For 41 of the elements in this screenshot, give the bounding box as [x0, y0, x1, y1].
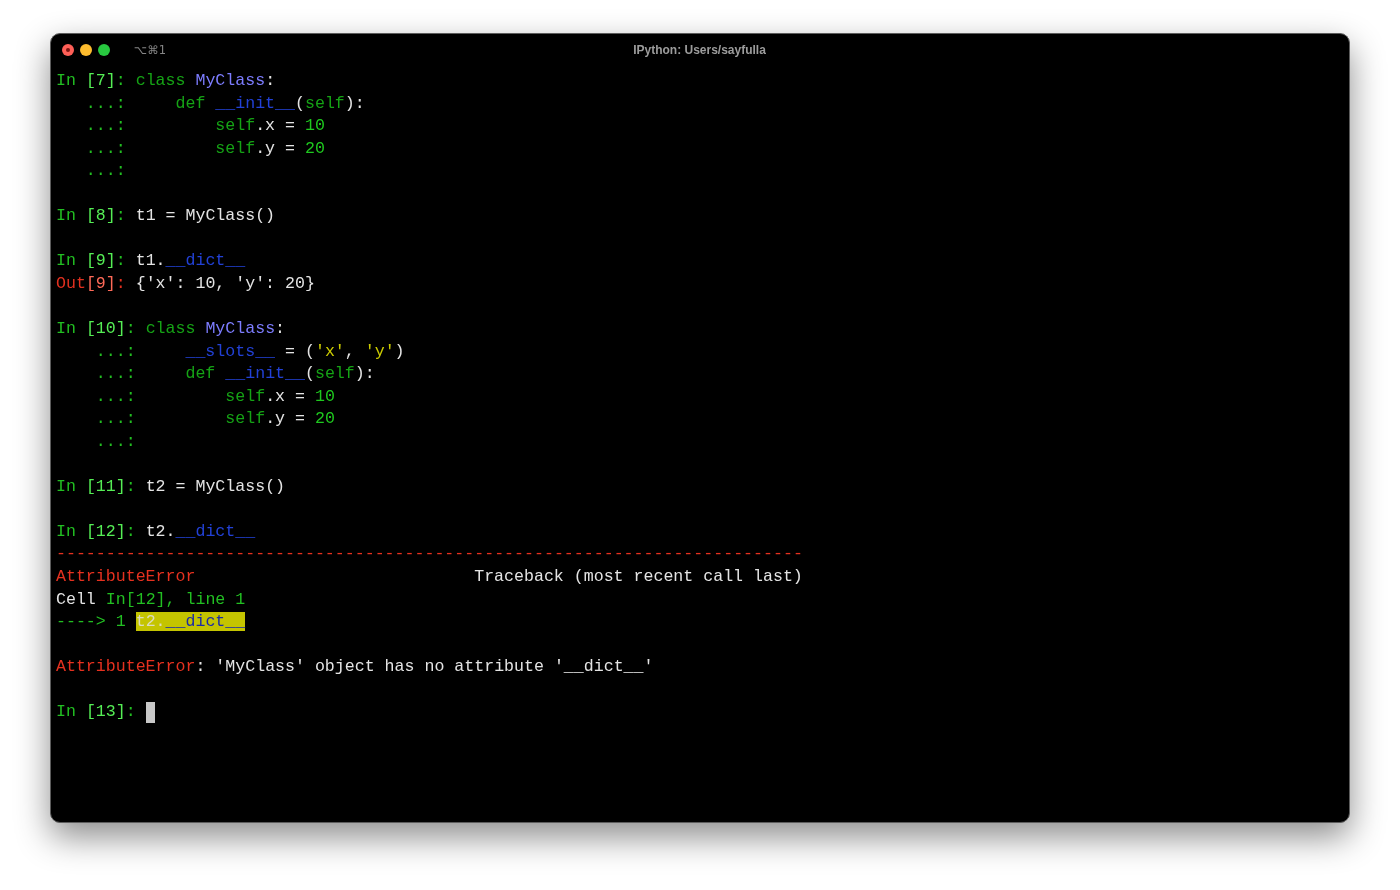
input-prompt: In [9]:: [56, 251, 126, 271]
continuation-prompt: ...:: [85, 138, 126, 158]
code-line: t1 = MyClass(): [135, 206, 276, 226]
input-prompt: In [10]:: [56, 319, 136, 338]
input-prompt: In [8]:: [56, 206, 126, 226]
code-line: self.y = 20: [225, 409, 335, 429]
input-prompt: In [12]:: [56, 521, 136, 541]
continuation-prompt: ...:: [85, 93, 126, 113]
continuation-prompt: ...:: [85, 161, 126, 181]
window-title: IPython: Users/sayfulla: [633, 43, 766, 57]
error-name: AttributeError: [56, 566, 196, 589]
shortcut-label: ⌥⌘1: [134, 43, 167, 57]
code-line: t2 = MyClass(): [145, 476, 286, 496]
code-line: class MyClass:: [145, 319, 286, 338]
minimize-button[interactable]: [80, 44, 92, 56]
traceback-separator: ---------------------------------------------------------------------------: [56, 544, 803, 564]
code-line: t2.__dict__: [145, 521, 256, 541]
continuation-prompt: ...:: [95, 341, 136, 361]
code-line: def __init__(self):: [185, 364, 375, 384]
traceback-location: Cell In[12], line 1: [56, 589, 246, 609]
code-line: t1.__dict__: [135, 251, 246, 271]
continuation-prompt: ...:: [95, 386, 136, 406]
continuation-prompt: ...:: [95, 409, 136, 429]
code-line: def __init__(self):: [175, 93, 365, 113]
input-prompt: In [13]:: [56, 702, 136, 722]
code-line: self.y = 20: [215, 138, 325, 158]
output-prompt: Out[9]:: [56, 273, 126, 293]
continuation-prompt: ...:: [85, 116, 126, 136]
code-line: __slots__ = ('x', 'y'): [185, 341, 405, 361]
zoom-button[interactable]: [98, 44, 110, 56]
error-message: AttributeError: 'MyClass' object has no attribute '__dict__': [56, 657, 654, 677]
continuation-prompt: ...:: [95, 364, 136, 384]
code-line: class MyClass:: [135, 71, 276, 90]
code-line: self.x = 10: [225, 386, 335, 406]
output-text: {'x': 10, 'y': 20}: [135, 273, 315, 293]
input-prompt: In [7]:: [56, 71, 126, 90]
close-button[interactable]: [62, 44, 74, 56]
input-prompt: In [11]:: [56, 476, 136, 496]
traceback-title: Traceback (most recent call last): [474, 566, 803, 589]
code-line: self.x = 10: [215, 116, 325, 136]
continuation-prompt: ...:: [95, 431, 136, 451]
